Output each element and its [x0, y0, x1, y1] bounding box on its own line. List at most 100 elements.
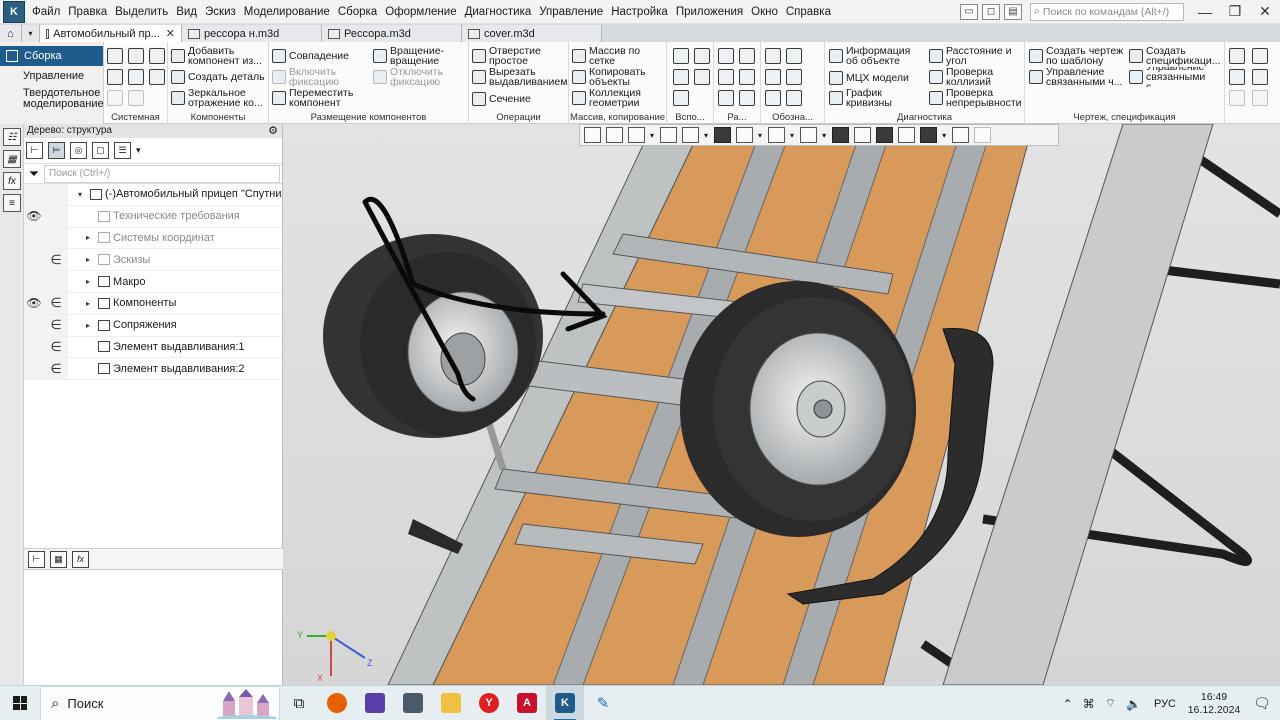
- menu-management[interactable]: Управление: [535, 0, 607, 24]
- move-component-button[interactable]: Переместить компонент: [272, 88, 368, 108]
- camera-icon[interactable]: [800, 127, 818, 143]
- menu-modeling[interactable]: Моделирование: [240, 0, 334, 24]
- tree-item[interactable]: ▸ Эскизы: [86, 254, 282, 266]
- tree-hierarchy-icon[interactable]: ⊨: [48, 142, 65, 159]
- menu-window[interactable]: Окно: [747, 0, 782, 24]
- filter-icon[interactable]: [920, 127, 938, 143]
- menu-apps[interactable]: Приложения: [672, 0, 747, 24]
- designation-5-icon[interactable]: [765, 90, 781, 106]
- continuity-check-button[interactable]: Проверка непрерывности: [929, 88, 1023, 108]
- copy-objects-button[interactable]: Копировать объекты: [572, 67, 666, 87]
- aux-axis-icon[interactable]: [694, 48, 710, 64]
- menu-help[interactable]: Справка: [782, 0, 835, 24]
- aux-line-icon[interactable]: [673, 90, 689, 106]
- cut-extrude-button[interactable]: Вырезать выдавливанием: [472, 67, 568, 87]
- bottom-tree-icon[interactable]: ⊢: [28, 550, 45, 568]
- filter-icon[interactable]: ⏷: [24, 166, 44, 182]
- view-cube-icon[interactable]: [854, 127, 872, 143]
- chevron-down-icon[interactable]: ▾: [136, 145, 141, 156]
- include-icon[interactable]: ∈: [46, 295, 66, 311]
- orientation-icon[interactable]: [682, 127, 700, 143]
- tab-trailer[interactable]: Автомобильный пр... ✕: [40, 25, 182, 42]
- section-view-icon[interactable]: [832, 127, 850, 143]
- tree-expand-icon[interactable]: ▸: [86, 321, 94, 330]
- visibility-icon[interactable]: 👁: [24, 209, 44, 223]
- start-button[interactable]: [0, 686, 40, 720]
- ra-tool4-icon[interactable]: [739, 69, 755, 85]
- designation-1-icon[interactable]: [765, 48, 781, 64]
- menu-diagnostics[interactable]: Диагностика: [461, 0, 536, 24]
- perspective-icon[interactable]: [876, 127, 894, 143]
- command-search-input[interactable]: ⌕ Поиск по командам (Alt+/): [1030, 2, 1184, 21]
- create-spec-button[interactable]: Создать спецификаци...: [1129, 46, 1223, 66]
- 3d-viewport[interactable]: ▾ ▾ ▾ ▾ ▾ ▾ X Y Z: [283, 124, 1280, 685]
- preview-icon[interactable]: [128, 69, 144, 85]
- save-app-button[interactable]: [356, 686, 394, 720]
- ra-tool2-icon[interactable]: [739, 48, 755, 64]
- left-wheel[interactable]: [323, 234, 543, 438]
- tree-row[interactable]: 👁 Технические требования: [24, 205, 282, 228]
- add-component-button[interactable]: Добавить компонент из...: [171, 46, 267, 66]
- mirror-component-button[interactable]: Зеркальное отражение ко...: [171, 88, 267, 108]
- geometry-collection-button[interactable]: Коллекция геометрии: [572, 88, 666, 108]
- network-icon[interactable]: ⌘: [1083, 697, 1095, 711]
- tree-expand-icon[interactable]: ▾: [78, 190, 86, 199]
- mode-assembly[interactable]: Сборка: [0, 46, 103, 66]
- taskbar-search-box[interactable]: ⌕ Поиск: [40, 685, 280, 720]
- language-indicator[interactable]: РУС: [1154, 698, 1176, 710]
- window-layout-icon[interactable]: ▭: [960, 3, 978, 20]
- properties-panel-icon[interactable]: ▦: [3, 150, 21, 168]
- kompas-logo-icon[interactable]: K: [3, 0, 25, 23]
- tab-cover[interactable]: cover.m3d: [462, 25, 602, 42]
- linked-drawings-button[interactable]: Управление связанными ч...: [1029, 67, 1125, 87]
- task-view-button[interactable]: ⧉: [280, 686, 318, 720]
- curvature-graph-button[interactable]: График кривизны: [829, 88, 925, 108]
- coincidence-button[interactable]: Совпадение: [272, 48, 368, 64]
- collision-check-button[interactable]: Проверка коллизий: [929, 67, 1023, 87]
- tab-ressora[interactable]: Рессора.m3d: [322, 25, 462, 42]
- acrobat-button[interactable]: A: [508, 686, 546, 720]
- chevron-down-icon[interactable]: ▾: [650, 131, 654, 140]
- bottom-props-icon[interactable]: ▦: [50, 550, 67, 568]
- extra-5-icon[interactable]: [1229, 90, 1245, 106]
- chevron-down-icon[interactable]: ▾: [942, 131, 946, 140]
- tree-row[interactable]: ∈ Элемент выдавливания:1: [24, 336, 282, 359]
- taskbar-clock[interactable]: 16:49 16.12.2024: [1184, 691, 1244, 717]
- tree-item[interactable]: ▸ Компоненты: [86, 297, 282, 309]
- menu-assembly[interactable]: Сборка: [334, 0, 381, 24]
- print-icon[interactable]: [107, 69, 123, 85]
- text-icon[interactable]: [786, 90, 802, 106]
- rotation-button[interactable]: Вращение-вращение: [373, 46, 467, 66]
- grid-array-button[interactable]: Массив по сетке: [572, 46, 666, 66]
- tree-row[interactable]: ▸ Макро: [24, 271, 282, 293]
- visibility-icon[interactable]: 👁: [24, 296, 44, 310]
- section-button[interactable]: Сечение: [472, 91, 568, 107]
- tree-row[interactable]: ∈ ▸ Сопряжения: [24, 314, 282, 337]
- designation-3-icon[interactable]: [765, 69, 781, 85]
- include-icon[interactable]: ∈: [46, 361, 66, 377]
- tree-row[interactable]: ∈ Элемент выдавливания:2: [24, 358, 282, 381]
- tab-ressora-n[interactable]: рессора н.m3d: [182, 25, 322, 42]
- view-cs-icon[interactable]: [584, 127, 601, 143]
- mode-solid-modeling[interactable]: Твердотельное моделирование: [0, 86, 104, 112]
- enable-fix-button[interactable]: Включить фиксацию: [272, 67, 368, 87]
- undo-icon[interactable]: [107, 90, 123, 106]
- tree-item[interactable]: ▸ Системы координат: [86, 232, 282, 244]
- shaded-display-icon[interactable]: [714, 127, 732, 143]
- wifi-icon[interactable]: ⌔: [1105, 696, 1116, 711]
- tree-row[interactable]: ∈ ▸ Эскизы: [24, 249, 282, 272]
- menu-file[interactable]: Файл: [28, 0, 64, 24]
- distance-angle-button[interactable]: Расстояние и угол: [929, 46, 1023, 66]
- menu-sketch[interactable]: Эскиз: [201, 0, 240, 24]
- designation-2-icon[interactable]: [786, 48, 802, 64]
- tree-row[interactable]: 👁 ∈ ▸ Компоненты: [24, 292, 282, 315]
- zoom-icon[interactable]: [628, 127, 645, 143]
- menu-edit[interactable]: Правка: [64, 0, 111, 24]
- gear-icon[interactable]: ⚙: [268, 124, 278, 138]
- redo-icon[interactable]: [128, 90, 144, 106]
- tree-item[interactable]: ▸ Сопряжения: [86, 319, 282, 331]
- ra-tool1-icon[interactable]: [718, 48, 734, 64]
- tree-expand-icon[interactable]: ▸: [86, 299, 94, 308]
- pen-app-button[interactable]: ✎: [584, 686, 622, 720]
- tab-menu-icon[interactable]: ▾: [22, 25, 40, 42]
